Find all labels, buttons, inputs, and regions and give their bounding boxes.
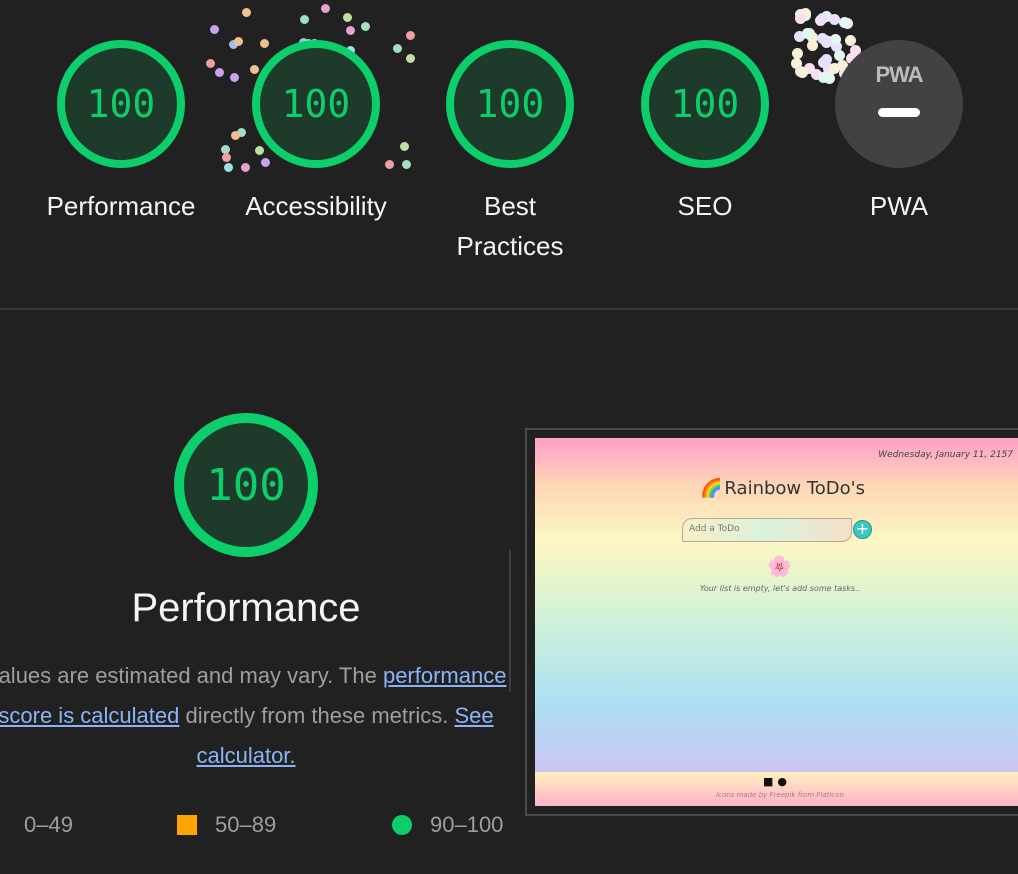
legend-label: 50–89 (215, 812, 277, 837)
todo-input: Add a ToDo (682, 518, 852, 542)
desc-text: Values are estimated and may vary. The (0, 663, 383, 688)
gauge-label: PWA (869, 191, 929, 221)
confetti-dot (242, 8, 251, 18)
vertical-divider (509, 550, 511, 692)
confetti-dot (321, 3, 331, 13)
confetti-dot (210, 25, 220, 35)
gauge-performance[interactable]: 100 Performance (26, 40, 216, 226)
confetti-dot (828, 13, 840, 25)
gauge-label: Accessibility (245, 191, 387, 221)
empty-message: Your list is empty, let's add some tasks… (699, 584, 861, 593)
performance-title: Performance (131, 586, 361, 630)
credit-text: Icons made by Freepik from Flaticon (716, 791, 844, 799)
pwa-logo: PWA (875, 62, 923, 87)
rainbow-icon: 🌈 (700, 478, 723, 499)
final-screenshot[interactable]: Wednesday, January 11, 2157 🌈 Rainbow ToD… (525, 428, 1018, 816)
score-ring: 100 (57, 40, 185, 168)
gauge-label: SEO (677, 191, 733, 221)
score-ring: 100 (446, 40, 574, 168)
app-footer: ■ ● Icons made by Freepik from Flaticon (535, 772, 1018, 806)
pwa-badge: PWA (835, 40, 963, 168)
legend-pass: 90–100 (392, 812, 503, 838)
divider (0, 308, 1018, 310)
linkedin-icon: ■ (763, 775, 774, 788)
app-title-text: Rainbow ToDo's (724, 478, 866, 499)
gauge-best-practices[interactable]: 100 Best Practices (415, 40, 605, 266)
legend-fail: 0–49 (24, 812, 73, 838)
gauge-pwa[interactable]: PWA PWA (804, 40, 994, 226)
performance-description: Values are estimated and may vary. The p… (0, 656, 532, 776)
app-title: 🌈 Rainbow ToDo's (700, 478, 865, 499)
confetti-dot (839, 17, 850, 29)
circle-icon (392, 815, 412, 835)
performance-score-gauge: 100 (174, 413, 318, 557)
confetti-dot (405, 31, 415, 41)
confetti-dot (817, 12, 829, 24)
gauge-accessibility[interactable]: 100 Accessibility (221, 40, 411, 226)
plus-icon: + (853, 520, 872, 539)
confetti-dot (343, 12, 353, 22)
github-icon: ● (777, 775, 788, 788)
confetti-dot (299, 14, 309, 24)
confetti-dot (361, 21, 371, 31)
score-ring: 100 (252, 40, 380, 168)
legend-average: 50–89 (177, 812, 276, 838)
gauge-label: Performance (46, 191, 196, 221)
gauge-seo[interactable]: 100 SEO (610, 40, 800, 226)
square-icon (177, 815, 197, 835)
legend-label: 0–49 (24, 812, 73, 837)
score-ring: 100 (641, 40, 769, 168)
legend-label: 90–100 (430, 812, 504, 837)
desc-text: directly from these metrics. (179, 703, 455, 728)
confetti-dot (801, 28, 813, 40)
confetti-dot (346, 26, 356, 36)
dash-icon (878, 108, 920, 117)
confetti-dot (795, 12, 807, 24)
date-text: Wednesday, January 11, 2157 (878, 450, 1013, 460)
gauge-label: Best Practices (456, 191, 564, 261)
flower-icon: 🌸 (767, 554, 792, 578)
app-preview: Wednesday, January 11, 2157 🌈 Rainbow ToD… (535, 438, 1018, 806)
